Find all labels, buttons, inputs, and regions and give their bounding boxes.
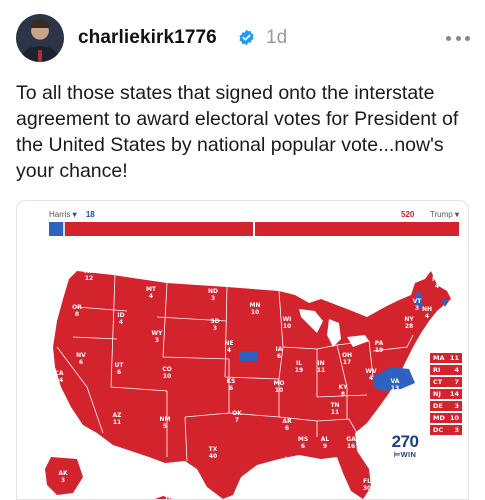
small-state-abbr: RI <box>433 366 441 374</box>
state-label-az: AZ 11 <box>113 412 123 426</box>
us-map: WA 12MT 4ND 3MN 10OR 8 ID 4 SD 3WY 3WI 10 MI 15NV 6NE 4… <box>45 268 451 500</box>
avatar[interactable] <box>16 14 64 62</box>
post-text: To all those states that signed onto the… <box>16 82 459 182</box>
logo-text: ⊨WIN <box>393 450 417 459</box>
small-state-dc: DC 3 <box>430 425 462 435</box>
post-timestamp: 1d <box>266 27 288 48</box>
state-label-oh: OH 17 <box>342 352 352 366</box>
state-label-fl: FL 30 <box>363 478 371 492</box>
small-state-abbr: CT <box>433 378 443 386</box>
bar-midpoint-marker <box>253 220 255 238</box>
small-state-ev: 14 <box>449 390 459 398</box>
small-state-ev: 10 <box>449 414 459 422</box>
small-state-abbr: NJ <box>433 390 441 398</box>
rep-candidate-label: 520 Trump ▾ <box>401 210 459 219</box>
small-state-abbr: DC <box>433 426 444 434</box>
dem-dropdown-icon: ▾ <box>72 210 77 219</box>
nebraska-district-box <box>239 351 257 361</box>
state-label-pa: PA 19 <box>375 340 384 354</box>
small-state-ct: CT 7 <box>430 377 462 387</box>
avatar-hair <box>31 20 49 28</box>
state-label-hi: HI <box>165 494 172 500</box>
avatar-tie <box>38 50 42 62</box>
state-label-mi: MI 15 <box>331 322 339 336</box>
small-state-de: DE 3 <box>430 401 462 411</box>
rep-bar-fill <box>64 222 459 236</box>
state-label-ga: GA 16 <box>346 436 356 450</box>
state-label-il: IL 19 <box>295 360 303 374</box>
dem-bar-fill <box>49 222 63 236</box>
small-states-list: MA 11 RI 4 CT 7 NJ 14 DE 3 MD 10 DC 3 <box>430 353 462 437</box>
state-label-la: LA 8 <box>285 456 294 470</box>
rep-vote-count: 520 <box>401 210 415 219</box>
state-label-wi: WI 10 <box>283 316 292 330</box>
state-label-tn: TN 11 <box>330 402 339 416</box>
small-state-ev: 11 <box>449 354 459 362</box>
small-state-ev: 3 <box>454 426 459 434</box>
rep-dropdown-icon: ▾ <box>454 210 459 219</box>
dem-candidate-label: Harris ▾ 18 <box>49 210 95 219</box>
state-label-co: CO 10 <box>162 366 172 380</box>
electoral-vote-bar <box>49 220 459 238</box>
state-label-mn: MN 10 <box>250 302 261 316</box>
verified-badge-icon <box>239 29 254 46</box>
state-label-in: IN 11 <box>317 360 325 374</box>
electoral-map-image[interactable]: Harris ▾ 18 520 Trump ▾ WA 12 MT 4 ND 3 … <box>16 200 469 500</box>
small-state-ev: 3 <box>454 402 459 410</box>
small-state-md: MD 10 <box>430 413 462 423</box>
username[interactable]: charliekirk1776 <box>78 27 217 49</box>
logo-number: 270 <box>391 432 419 451</box>
state-label-nc: NC 16 <box>384 402 394 416</box>
state-label-ca: CA 54 <box>54 370 63 384</box>
dem-vote-count: 18 <box>85 210 95 219</box>
more-options-icon[interactable] <box>446 36 470 42</box>
small-state-abbr: MD <box>433 414 445 422</box>
small-state-ev: 7 <box>454 378 459 386</box>
state-label-sc: SC 9 <box>379 420 388 434</box>
post-header: charliekirk1776 1d <box>16 14 476 62</box>
small-state-abbr: DE <box>433 402 443 410</box>
small-state-abbr: MA <box>433 354 445 362</box>
state-label-wa: WA 12 <box>84 268 95 282</box>
state-label-mo: MO 10 <box>273 380 284 394</box>
small-state-ma: MA 11 <box>430 353 462 363</box>
dem-candidate-name: Harris <box>49 210 71 219</box>
small-state-ev: 4 <box>454 366 459 374</box>
small-state-ri: RI 4 <box>430 365 462 375</box>
state-label-tx: TX 40 <box>209 446 218 460</box>
270towin-logo[interactable]: 270 ⊨WIN <box>385 433 425 459</box>
rep-candidate-name: Trump <box>429 210 453 219</box>
state-label-va: VA 13 <box>391 378 400 392</box>
state-label-ny: NY 28 <box>404 316 414 330</box>
small-state-nj: NJ 14 <box>430 389 462 399</box>
